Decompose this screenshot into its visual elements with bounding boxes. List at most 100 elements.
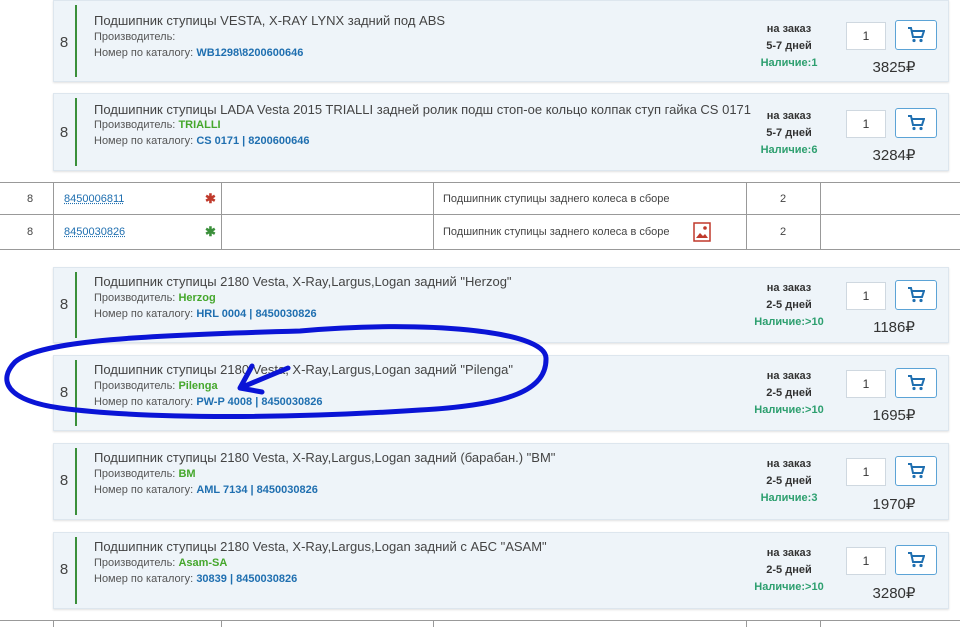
- catalog-number: 30839 | 8450030826: [196, 573, 298, 585]
- row-number: 8: [26, 192, 34, 205]
- availability-value: >10: [805, 404, 824, 416]
- manufacturer-value: Herzog: [178, 292, 216, 304]
- delivery-time: 2-5 дней: [766, 564, 812, 576]
- availability-label: Наличие:: [760, 144, 812, 156]
- availability: Наличие:3: [734, 490, 844, 507]
- part-number-cell: 8450006811: [64, 183, 164, 214]
- row-quantity: 2: [779, 192, 787, 205]
- manufacturer-line: Производитель: TRIALLI: [94, 119, 221, 131]
- description: Подшипник ступицы заднего колеса в сборе: [443, 192, 670, 205]
- delivery-time: 5-7 дней: [766, 40, 812, 52]
- catalog-number: CS 0171 | 8200600646: [196, 135, 310, 147]
- delivery-status: на заказ 2-5 дней Наличие:3: [734, 456, 844, 507]
- part-number-link[interactable]: 8450030826: [64, 226, 125, 238]
- cart-icon: [908, 552, 925, 568]
- manufacturer-label: Производитель:: [94, 468, 176, 480]
- cart-icon: [908, 287, 925, 303]
- delivery-status: на заказ 5-7 дней Наличие:1: [734, 21, 844, 72]
- image-cell: [693, 215, 713, 249]
- quantity-input[interactable]: 1: [846, 110, 886, 138]
- quantity-input[interactable]: 1: [846, 458, 886, 486]
- manufacturer-value: TRIALLI: [178, 119, 221, 131]
- availability: Наличие:>10: [734, 579, 844, 596]
- availability-value: >10: [805, 316, 824, 328]
- quantity-input[interactable]: 1: [846, 22, 886, 50]
- catalog-number: HRL 0004 | 8450030826: [196, 308, 317, 320]
- product-card: 8 Подшипник ступицы LADA Vesta 2015 TRIA…: [53, 93, 949, 171]
- manufacturer-line: Производитель: Pilenga: [94, 380, 218, 392]
- group-number: 8: [59, 34, 69, 51]
- manufacturer-label: Производитель:: [94, 292, 176, 304]
- product-card: 8 Подшипник ступицы VESTA, X-RAY LYNX за…: [53, 0, 949, 82]
- order-label: на заказ: [766, 458, 812, 470]
- quantity-input[interactable]: 1: [846, 282, 886, 310]
- part-number-link[interactable]: 8450006811: [64, 193, 124, 205]
- manufacturer-line: Производитель: Herzog: [94, 292, 216, 304]
- product-title: Подшипник ступицы 2180 Vesta, X-Ray,Larg…: [94, 274, 512, 289]
- catalog-number: AML 7134 | 8450030826: [196, 484, 318, 496]
- catalog-line: Номер по каталогу: PW-P 4008 | 845003082…: [94, 396, 323, 408]
- manufacturer-label: Производитель:: [94, 31, 176, 43]
- availability-value: 1: [811, 57, 818, 69]
- group-number: 8: [59, 124, 69, 141]
- quantity-input[interactable]: 1: [846, 370, 886, 398]
- group-number: 8: [59, 296, 69, 313]
- delivery-status: на заказ 2-5 дней Наличие:>10: [734, 545, 844, 596]
- delivery-time: 2-5 дней: [766, 387, 812, 399]
- group-number: 8: [59, 472, 69, 489]
- group-bar: [75, 272, 77, 338]
- add-to-cart-button[interactable]: [895, 108, 937, 138]
- add-to-cart-button[interactable]: [895, 20, 937, 50]
- product-title: Подшипник ступицы VESTA, X-RAY LYNX задн…: [94, 13, 446, 28]
- group-bar: [75, 448, 77, 515]
- product-title: Подшипник ступицы LADA Vesta 2015 TRIALL…: [94, 102, 752, 117]
- availability-label: Наличие:: [760, 492, 812, 504]
- price: 1970₽: [872, 496, 916, 513]
- add-to-cart-button[interactable]: [895, 280, 937, 310]
- availability-value: 6: [811, 144, 818, 156]
- catalog-label: Номер по каталогу:: [94, 484, 194, 496]
- description: Подшипник ступицы заднего колеса в сборе: [443, 226, 670, 238]
- manufacturer-value: Asam-SA: [178, 557, 228, 569]
- image-icon[interactable]: [693, 222, 711, 242]
- availability-value: >10: [805, 581, 824, 593]
- order-label: на заказ: [766, 282, 812, 294]
- catalog-line: Номер по каталогу: 30839 | 8450030826: [94, 573, 297, 585]
- row-quantity: 2: [779, 226, 787, 238]
- add-to-cart-button[interactable]: [895, 456, 937, 486]
- catalog-number: PW-P 4008 | 8450030826: [196, 396, 323, 408]
- add-to-cart-button[interactable]: [895, 368, 937, 398]
- group-bar: [75, 537, 77, 604]
- delivery-time: 2-5 дней: [766, 299, 812, 311]
- cart-icon: [908, 115, 925, 131]
- part-number-cell: 8450030826: [64, 215, 164, 249]
- catalog-line: Номер по каталогу: HRL 0004 | 8450030826: [94, 308, 317, 320]
- catalog-line: Номер по каталогу: WB1298\8200600646: [94, 47, 303, 59]
- star-cell: ✱: [205, 183, 221, 214]
- manufacturer-value: BM: [178, 468, 196, 480]
- price: 3280₽: [872, 585, 916, 602]
- delivery-time: 5-7 дней: [766, 127, 812, 139]
- catalog-line: Номер по каталогу: CS 0171 | 8200600646: [94, 135, 310, 147]
- table-row: 8 8450030826 ✱ Подшипник ступицы заднего…: [0, 214, 960, 250]
- availability: Наличие:6: [734, 142, 844, 159]
- manufacturer-value: Pilenga: [178, 380, 218, 392]
- add-to-cart-button[interactable]: [895, 545, 937, 575]
- availability-label: Наличие:: [754, 404, 806, 416]
- cart-icon: [908, 375, 925, 391]
- manufacturer-label: Производитель:: [94, 380, 176, 392]
- catalog-label: Номер по каталогу:: [94, 135, 194, 147]
- manufacturer-line: Производитель: Asam-SA: [94, 557, 227, 569]
- delivery-status: на заказ 2-5 дней Наличие:>10: [734, 280, 844, 331]
- delivery-time: 2-5 дней: [766, 475, 812, 487]
- group-number: 8: [59, 561, 69, 578]
- order-label: на заказ: [766, 370, 812, 382]
- price: 1186₽: [873, 319, 915, 336]
- price: 3284₽: [872, 147, 916, 164]
- cart-icon: [908, 27, 925, 43]
- manufacturer-label: Производитель:: [94, 557, 176, 569]
- quantity-input[interactable]: 1: [846, 547, 886, 575]
- availability-value: 3: [811, 492, 818, 504]
- availability: Наличие:1: [734, 55, 844, 72]
- availability-label: Наличие:: [754, 581, 806, 593]
